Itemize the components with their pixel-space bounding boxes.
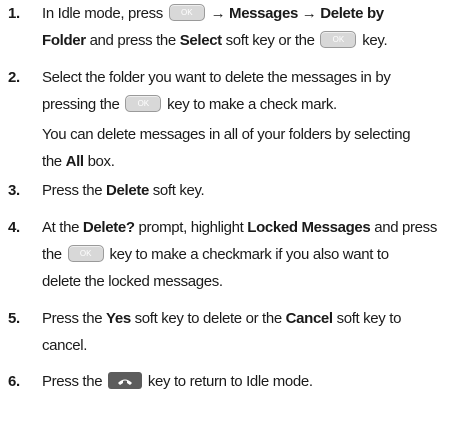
note-text: the <box>42 153 66 170</box>
ok-key-icon: OK <box>125 94 162 112</box>
key-name: Delete? <box>82 219 135 236</box>
step-text-part: Press the <box>42 310 107 327</box>
step-text-part: pressing the <box>42 96 124 113</box>
key-name: Delete <box>106 182 149 199</box>
end-key-icon <box>108 371 143 389</box>
step-text-part: Press the <box>42 182 107 199</box>
key-name: Cancel <box>285 310 333 327</box>
step-number: 5. <box>8 310 20 327</box>
step-text: In Idle mode, press OK → Messages → Dele… <box>42 0 467 54</box>
step-text-part: delete the locked messages. <box>42 273 223 290</box>
step-text-part: key to make a checkmark if you also want… <box>105 246 389 263</box>
key-name: All <box>65 153 84 170</box>
step-number: 4. <box>8 219 20 236</box>
step-text-part: soft key to delete or the <box>130 310 286 327</box>
step-text-part: key. <box>358 32 388 49</box>
menu-path: Folder <box>42 32 86 49</box>
step-text: At the Delete? prompt, highlight Locked … <box>42 214 467 295</box>
key-name: Locked Messages <box>247 219 371 236</box>
step-text-part: soft key. <box>148 182 205 199</box>
step-number: 6. <box>8 373 20 390</box>
step-text-part: soft key to <box>332 310 402 327</box>
step-number: 3. <box>8 182 20 199</box>
step-text-part: and press the <box>85 32 180 49</box>
step-text: Press the key to return to Idle mode. <box>42 368 467 395</box>
step-text-part: key to make a check mark. <box>163 96 337 113</box>
ok-key-icon: OK <box>67 244 104 262</box>
note-text: box. <box>83 153 115 170</box>
step-text-part: Press the <box>42 373 107 390</box>
step-text: Press the Yes soft key to delete or the … <box>42 305 467 359</box>
step-text-part: cancel. <box>42 337 88 354</box>
menu-path: → Messages → Delete by <box>210 5 385 22</box>
ok-key-icon: OK <box>168 3 205 21</box>
step-text-part: and press <box>370 219 437 236</box>
step-text-part: key to return to Idle mode. <box>144 373 313 390</box>
step-text-part: At the <box>42 219 83 236</box>
step-text-part: Select the folder you want to delete the… <box>42 69 391 86</box>
step-number: 2. <box>8 69 20 86</box>
note-text: You can delete messages in all of your f… <box>42 126 411 143</box>
step-text: Press the Delete soft key. <box>42 177 467 204</box>
step-text: Select the folder you want to delete the… <box>42 64 467 118</box>
step-text-part: In Idle mode, press <box>42 5 163 22</box>
key-name: Yes <box>106 310 131 327</box>
ok-key-icon: OK <box>320 30 357 48</box>
instruction-document: 1. In Idle mode, press OK → Messages → D… <box>0 0 473 429</box>
step-text-part: the <box>42 246 66 263</box>
step-text-part: soft key or the <box>221 32 319 49</box>
key-name: Select <box>179 32 222 49</box>
step-note: You can delete messages in all of your f… <box>42 121 467 175</box>
step-number: 1. <box>8 5 20 22</box>
step-text-part: prompt, highlight <box>134 219 248 236</box>
